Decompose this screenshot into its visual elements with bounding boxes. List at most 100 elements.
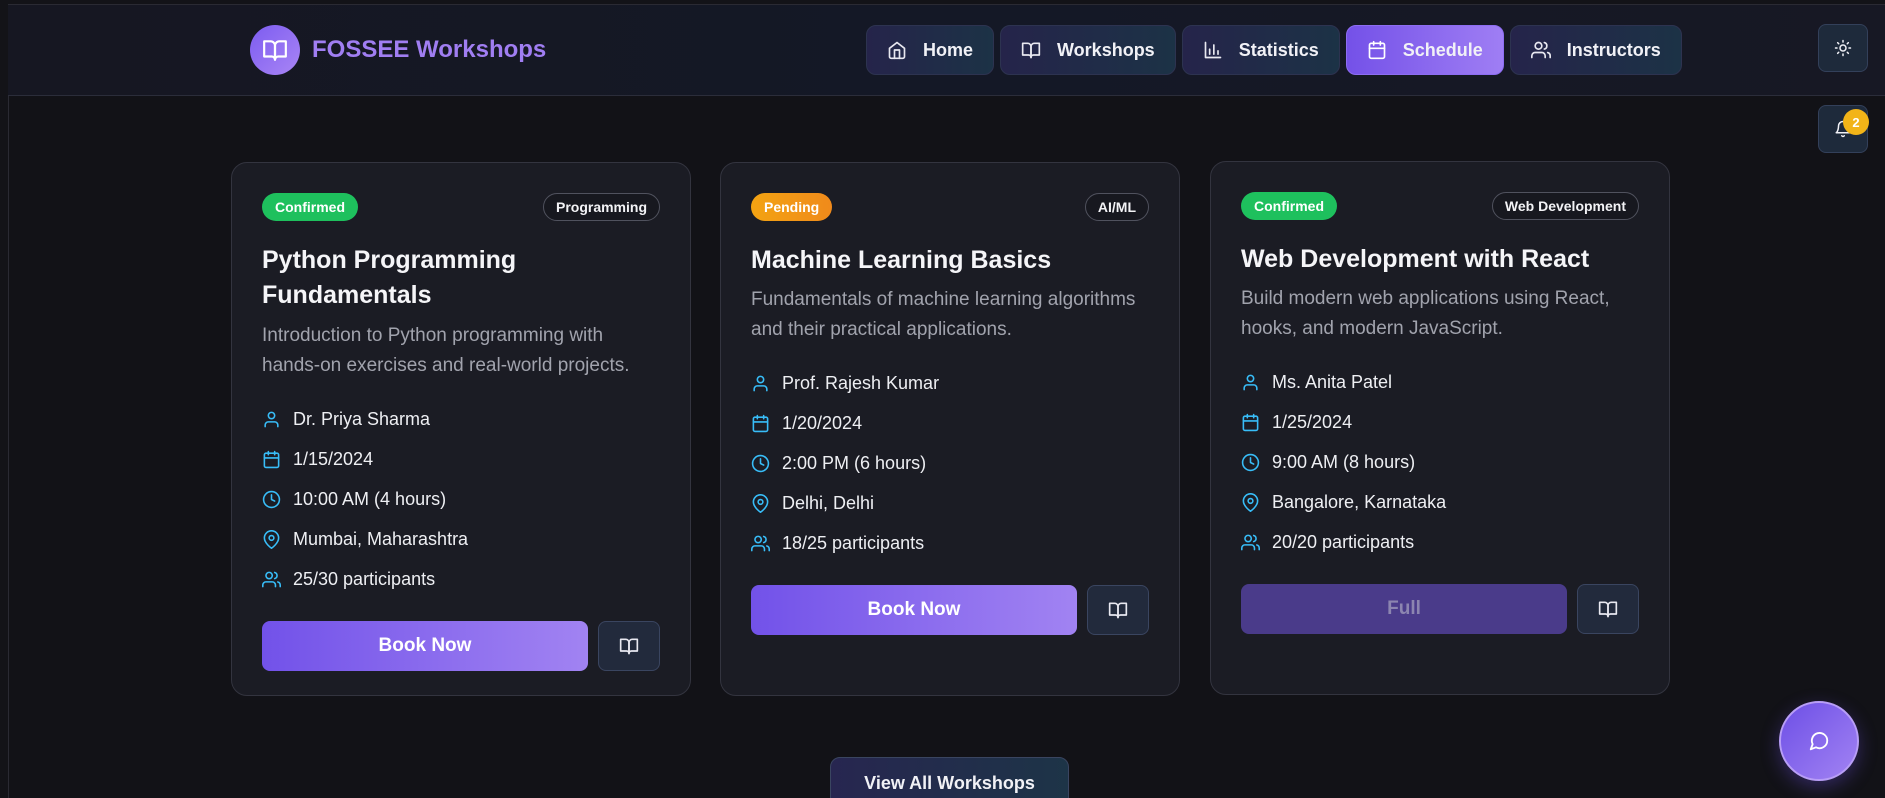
details-button[interactable] [598,621,660,671]
status-badge: Confirmed [262,193,358,221]
nav-schedule-label: Schedule [1402,39,1483,60]
view-all-workshops-button[interactable]: View All Workshops [830,757,1069,798]
workshop-description: Fundamentals of machine learning algorit… [751,289,1136,340]
main-nav: Home Workshops Statistics Schedule Instr… [866,25,1682,75]
clock-icon [751,454,770,472]
category-badge: Programming [542,193,660,221]
instructor-name: Dr. Priya Sharma [293,408,431,429]
book-now-button[interactable]: Book Now [262,621,588,671]
workshop-date: 1/15/2024 [293,448,374,469]
map-pin-icon [1242,492,1259,512]
time-row: 2:00 PM (6 hours) [751,443,1149,483]
workshop-card: Pending AI/ML Machine Learning Basics Fu… [720,162,1180,696]
chat-button[interactable] [1779,701,1859,781]
participants-count: 20/20 participants [1272,531,1415,552]
theme-toggle-button[interactable] [1818,24,1868,72]
category-badge: Web Development [1491,192,1639,220]
instructor-name: Ms. Anita Patel [1272,371,1393,392]
workshop-location: Mumbai, Maharashtra [293,528,469,549]
map-pin-icon [752,493,769,513]
status-badge: Confirmed [1241,192,1337,220]
participants-row: 25/30 participants [262,559,660,599]
clock-icon [262,490,281,508]
workshop-date: 1/25/2024 [1272,411,1353,432]
instructor-row: Prof. Rajesh Kumar [751,363,1149,403]
card-actions: Full [1241,584,1639,634]
details-button[interactable] [1577,584,1639,634]
workshop-title: Python Programming Fundamentals [262,246,517,309]
status-badge: Pending [751,193,833,221]
details-button[interactable] [1087,585,1149,635]
user-icon [753,375,768,391]
workshop-title: Web Development with React [1241,245,1590,273]
participants-count: 25/30 participants [293,568,436,589]
workshop-time: 10:00 AM (4 hours) [293,488,447,509]
book-icon [1108,602,1128,619]
workshop-details: Dr. Priya Sharma 1/15/2024 10:00 AM (4 h… [262,399,660,599]
time-row: 10:00 AM (4 hours) [262,479,660,519]
nav-statistics[interactable]: Statistics [1181,25,1340,75]
calendar-icon [752,414,769,432]
location-row: Bangalore, Karnataka [1241,482,1639,522]
workshop-details: Ms. Anita Patel 1/25/2024 9:00 AM (8 hou… [1241,362,1639,562]
workshop-time: 2:00 PM (6 hours) [782,452,927,473]
users-icon [1241,534,1260,550]
workshop-title: Machine Learning Basics [751,246,1052,274]
date-row: 1/25/2024 [1241,402,1639,442]
bar-chart-icon [1204,41,1222,59]
nav-instructors[interactable]: Instructors [1509,25,1682,75]
clock-icon [1241,453,1260,471]
participants-row: 18/25 participants [751,523,1149,563]
workshop-location: Delhi, Delhi [782,492,875,513]
book-icon [1598,601,1618,618]
calendar-icon [1368,40,1386,60]
nav-workshops-label: Workshops [1057,39,1155,60]
users-icon [262,571,281,587]
calendar-icon [1242,413,1259,431]
book-now-button[interactable]: Book Now [751,585,1077,635]
location-row: Delhi, Delhi [751,483,1149,523]
date-row: 1/15/2024 [262,439,660,479]
top-header: FOSSEE Workshops Home Workshops Statisti… [8,5,1885,96]
instructor-row: Ms. Anita Patel [1241,362,1639,402]
workshop-description: Introduction to Python programming with … [262,325,630,376]
nav-home[interactable]: Home [866,25,995,75]
notifications-button[interactable]: 2 [1818,105,1869,153]
book-icon [1021,42,1041,59]
time-row: 9:00 AM (8 hours) [1241,442,1639,482]
participants-row: 20/20 participants [1241,522,1639,562]
book-logo-icon [250,25,300,75]
workshop-location: Bangalore, Karnataka [1272,491,1447,512]
workshop-card: Confirmed Programming Python Programming… [231,162,691,696]
user-icon [1243,374,1258,390]
instructor-row: Dr. Priya Sharma [262,399,660,439]
nav-statistics-label: Statistics [1238,39,1319,60]
workshop-details: Prof. Rajesh Kumar 1/20/2024 2:00 PM (6 … [751,363,1149,563]
instructor-name: Prof. Rajesh Kumar [782,372,940,393]
users-icon [1530,41,1551,59]
notification-count-badge: 2 [1843,109,1869,135]
map-pin-icon [263,529,280,549]
workshop-time: 9:00 AM (8 hours) [1272,451,1416,472]
full-button[interactable]: Full [1241,584,1567,634]
app-title: FOSSEE Workshops [312,36,547,63]
sun-icon [1834,39,1852,57]
users-icon [751,535,770,551]
card-actions: Book Now [751,585,1149,635]
workshop-date: 1/20/2024 [782,412,863,433]
card-actions: Book Now [262,621,660,671]
workshop-description: Build modern web applications using Reac… [1241,288,1610,339]
home-icon [888,41,906,60]
location-row: Mumbai, Maharashtra [262,519,660,559]
category-badge: AI/ML [1084,193,1149,221]
date-row: 1/20/2024 [751,403,1149,443]
workshop-card: Confirmed Web Development Web Developmen… [1210,161,1670,695]
nav-instructors-label: Instructors [1566,39,1661,60]
user-icon [264,411,279,427]
chat-icon [1809,732,1829,751]
app-logo[interactable]: FOSSEE Workshops [250,25,546,75]
nav-schedule[interactable]: Schedule [1345,25,1504,75]
book-icon [619,638,639,655]
calendar-icon [263,450,280,468]
nav-workshops[interactable]: Workshops [1000,25,1176,75]
